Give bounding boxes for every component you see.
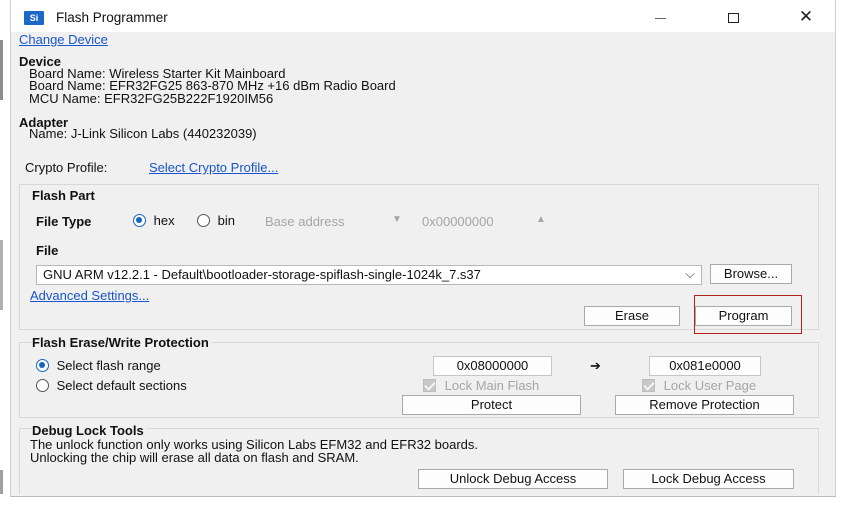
mcu-name: MCU Name: EFR32FG25B222F1920IM56: [29, 91, 274, 106]
browse-button[interactable]: Browse...: [710, 264, 792, 284]
window-title: Flash Programmer: [56, 10, 168, 25]
minimize-button[interactable]: [646, 6, 674, 28]
select-crypto-profile-link[interactable]: Select Crypto Profile...: [149, 160, 278, 175]
flash-programmer-window: Si Flash Programmer ✕ Change Device Devi…: [10, 0, 836, 497]
select-default-sections-label: Select default sections: [56, 378, 187, 393]
debug-lock-tools-heading: Debug Lock Tools: [32, 423, 147, 438]
crypto-profile-label: Crypto Profile:: [25, 160, 108, 175]
file-path-value: GNU ARM v12.2.1 - Default\bootloader-sto…: [43, 267, 481, 282]
lock-main-flash-check-icon: [423, 379, 436, 392]
close-icon: ✕: [798, 7, 814, 26]
base-address-increment-icon: ▲: [536, 214, 546, 225]
bin-label: bin: [217, 213, 235, 228]
arrow-right-icon: ➔: [590, 358, 601, 373]
hex-label: hex: [153, 213, 175, 228]
protect-button[interactable]: Protect: [402, 395, 581, 415]
select-default-sections-indicator: [36, 379, 49, 392]
left-edge-marker: [0, 40, 3, 100]
advanced-settings-link[interactable]: Advanced Settings...: [30, 288, 149, 303]
maximize-button[interactable]: [719, 6, 747, 28]
flash-protection-group: Flash Erase/Write Protection Select flas…: [19, 335, 819, 418]
hex-radio-indicator: [133, 214, 146, 227]
program-highlight-box: [694, 295, 802, 334]
unlock-debug-access-button[interactable]: Unlock Debug Access: [418, 469, 608, 489]
erase-button[interactable]: Erase: [584, 306, 680, 326]
flash-part-heading: Flash Part: [32, 188, 95, 203]
adapter-name: Name: J-Link Silicon Labs (440232039): [29, 126, 257, 141]
left-edge-marker: [0, 470, 3, 494]
select-flash-range-radio[interactable]: Select flash range: [36, 358, 161, 373]
flash-protection-heading: Flash Erase/Write Protection: [32, 335, 212, 350]
lock-debug-access-button[interactable]: Lock Debug Access: [623, 469, 794, 489]
file-path-combobox[interactable]: GNU ARM v12.2.1 - Default\bootloader-sto…: [36, 265, 702, 285]
bin-radio-indicator: [197, 214, 210, 227]
file-label: File: [36, 243, 59, 258]
minimize-icon: [654, 17, 666, 19]
lock-main-flash-label: Lock Main Flash: [444, 378, 540, 393]
lock-user-page-label: Lock User Page: [663, 378, 757, 393]
maximize-icon: [727, 13, 739, 24]
base-address-decrement-icon: ▼: [392, 214, 402, 225]
silicon-labs-app-icon: Si: [24, 11, 44, 25]
range-start-field[interactable]: 0x08000000: [433, 356, 552, 376]
debug-lock-tools-group: Debug Lock Tools The unlock function onl…: [19, 423, 819, 494]
select-flash-range-indicator: [36, 359, 49, 372]
title-bar: Si Flash Programmer ✕: [11, 0, 835, 32]
chevron-down-icon: ⌵: [679, 266, 701, 284]
change-device-link[interactable]: Change Device: [19, 32, 108, 47]
lock-user-page-checkbox[interactable]: Lock User Page: [642, 378, 756, 393]
remove-protection-button[interactable]: Remove Protection: [615, 395, 794, 415]
base-address-field: 0x00000000: [422, 214, 494, 229]
bin-radio[interactable]: bin: [197, 213, 235, 228]
range-end-field[interactable]: 0x081e0000: [649, 356, 761, 376]
file-type-label: File Type: [36, 214, 92, 229]
select-default-sections-radio[interactable]: Select default sections: [36, 378, 187, 393]
base-address-label: Base address: [265, 214, 345, 229]
select-flash-range-label: Select flash range: [56, 358, 161, 373]
hex-radio[interactable]: hex: [133, 213, 175, 228]
debug-lock-info-line-2: Unlocking the chip will erase all data o…: [30, 450, 359, 465]
left-edge-marker: [0, 240, 3, 310]
close-button[interactable]: ✕: [792, 6, 820, 28]
lock-main-flash-checkbox[interactable]: Lock Main Flash: [423, 378, 539, 393]
lock-user-page-check-icon: [642, 379, 655, 392]
